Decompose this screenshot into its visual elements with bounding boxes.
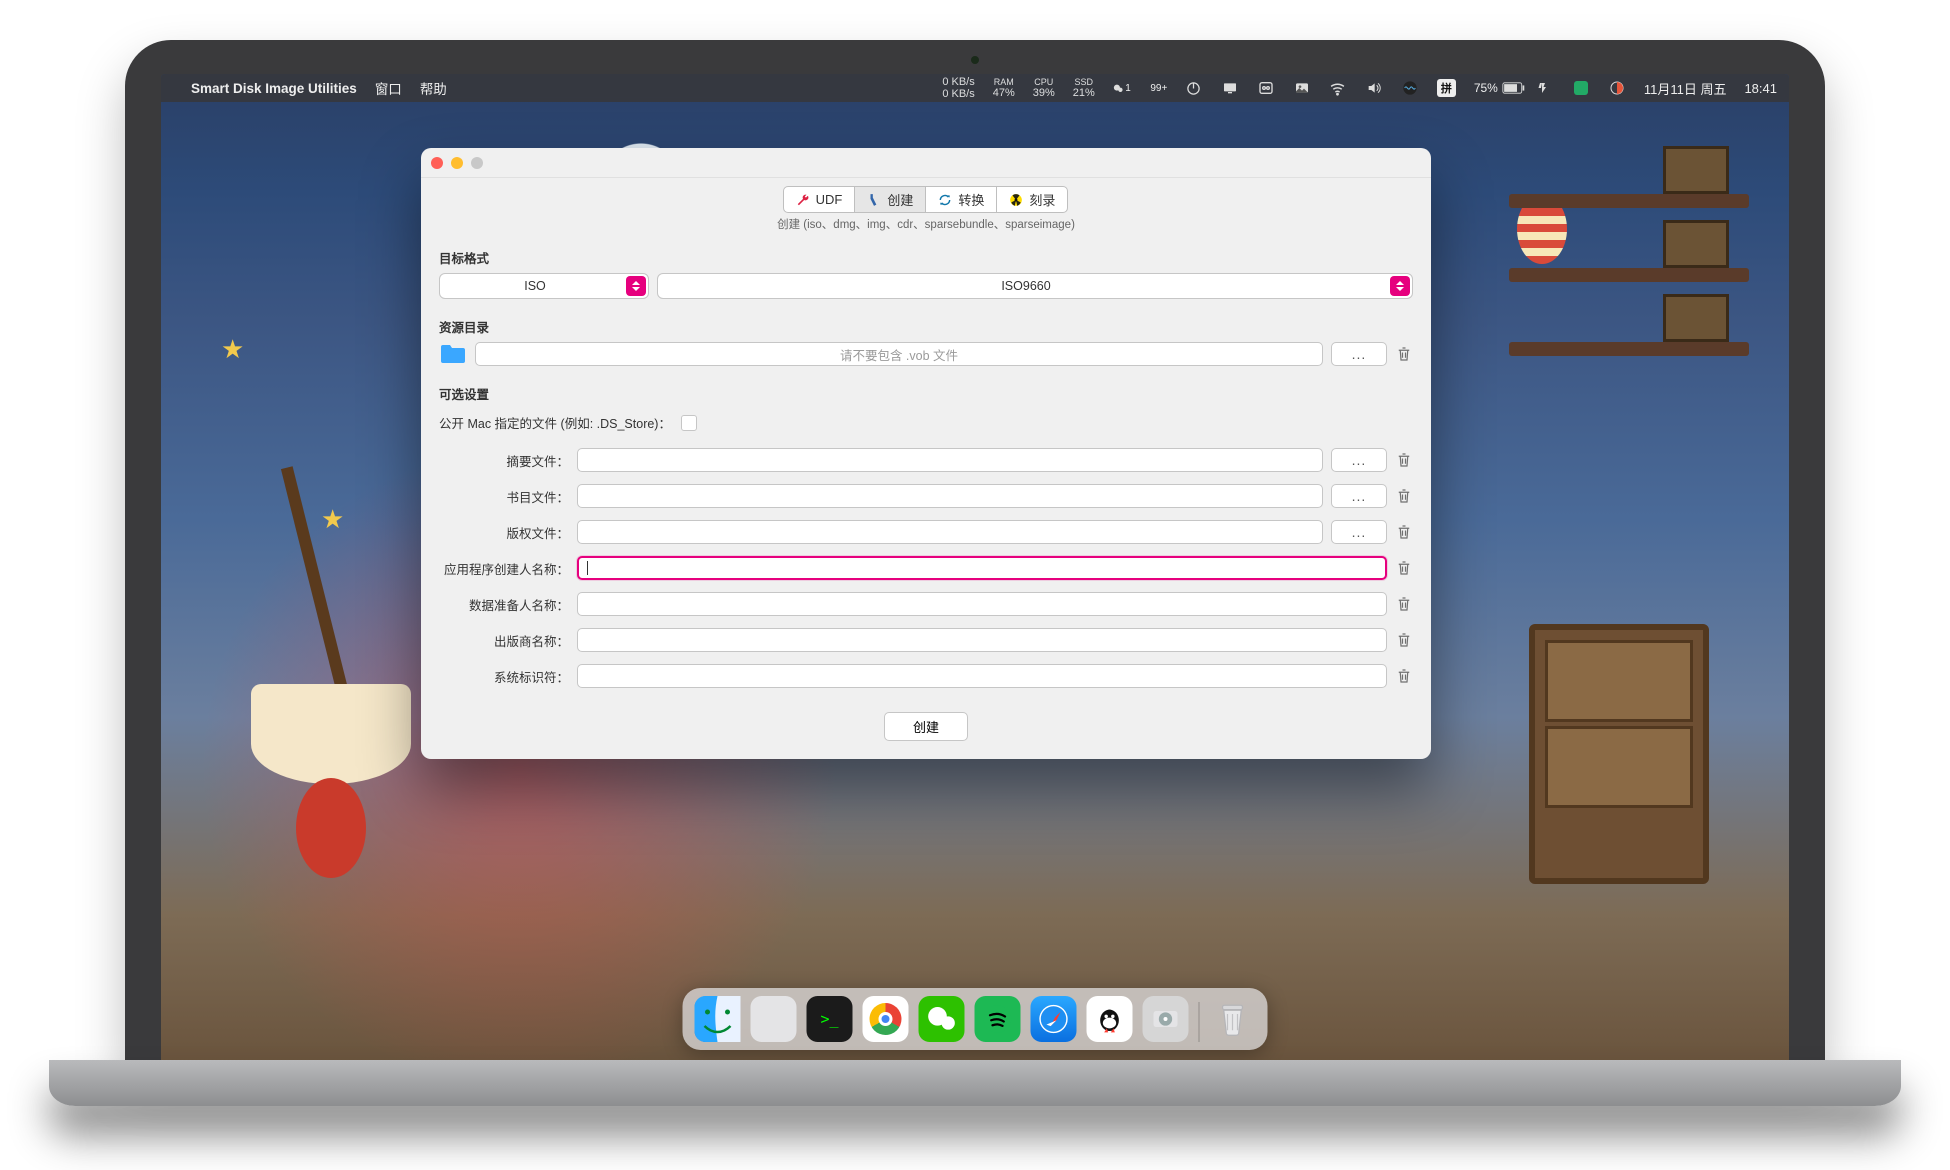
status-dot-1[interactable]	[1572, 79, 1590, 97]
ime-indicator[interactable]: 拼	[1437, 79, 1456, 97]
trash-icon[interactable]	[1395, 631, 1413, 649]
source-browse-button[interactable]: ...	[1331, 342, 1387, 366]
copyright-input[interactable]	[577, 520, 1323, 544]
copyright-browse-button[interactable]: ...	[1331, 520, 1387, 544]
wifi-icon[interactable]	[1329, 79, 1347, 97]
sysid-label: 系统标识符：	[439, 667, 569, 686]
copyright-label: 版权文件：	[439, 523, 569, 542]
mac-files-label: 公开 Mac 指定的文件 (例如: .DS_Store)：	[439, 413, 671, 432]
biblio-input[interactable]	[577, 484, 1323, 508]
dock-trash[interactable]	[1210, 996, 1256, 1042]
dock-disk-utility[interactable]	[1143, 996, 1189, 1042]
publisher-label: 出版商名称：	[439, 631, 569, 650]
section-format-label: 目标格式	[439, 240, 1413, 273]
tab-burn[interactable]: 刻录	[996, 186, 1068, 213]
trash-icon[interactable]	[1395, 595, 1413, 613]
dock-finder[interactable]	[695, 996, 741, 1042]
minimize-button[interactable]	[451, 157, 463, 169]
dock-separator	[1199, 1002, 1200, 1042]
battery-indicator[interactable]: 75%	[1474, 81, 1554, 95]
titlebar[interactable]	[421, 148, 1431, 178]
wallpaper-cabinet	[1529, 624, 1709, 884]
laptop-frame: Smart Disk Image Utilities 窗口 帮助 0 KB/s0…	[125, 40, 1825, 1064]
photo-icon[interactable]	[1293, 79, 1311, 97]
dock-launchpad[interactable]	[751, 996, 797, 1042]
trash-icon[interactable]	[1395, 667, 1413, 685]
power-icon[interactable]	[1185, 79, 1203, 97]
camera-dot	[971, 56, 979, 64]
ssd-stat[interactable]: SSD21%	[1073, 78, 1095, 99]
control-icon[interactable]	[1257, 79, 1275, 97]
app-menu[interactable]: Smart Disk Image Utilities	[191, 81, 357, 96]
publisher-input[interactable]	[577, 628, 1387, 652]
filesystem-select[interactable]: ISO9660	[657, 273, 1413, 299]
menu-date[interactable]: 11月11日 周五	[1644, 79, 1727, 98]
net-stat[interactable]: 0 KB/s0 KB/s	[942, 77, 974, 100]
mac-files-checkbox[interactable]	[681, 415, 697, 431]
section-options-label: 可选设置	[439, 376, 1413, 409]
app-window: UDF 创建 转换 刻录 创建 (iso、dmg、img、cd	[421, 148, 1431, 759]
data-preparer-label: 数据准备人名称：	[439, 595, 569, 614]
app-creator-label: 应用程序创建人名称：	[439, 559, 569, 578]
laptop-base	[49, 1060, 1901, 1106]
tab-udf[interactable]: UDF	[783, 186, 856, 213]
zoom-button[interactable]	[471, 157, 483, 169]
tab-create[interactable]: 创建	[854, 186, 926, 213]
close-button[interactable]	[431, 157, 443, 169]
stepper-icon	[1390, 276, 1410, 296]
menu-time[interactable]: 18:41	[1744, 81, 1777, 96]
bell-status-icon[interactable]: 99+	[1149, 79, 1167, 97]
tool-icon	[867, 193, 881, 207]
abstract-input[interactable]	[577, 448, 1323, 472]
radiation-icon	[1009, 193, 1023, 207]
dock-spotify[interactable]	[975, 996, 1021, 1042]
data-preparer-input[interactable]	[577, 592, 1387, 616]
menu-window[interactable]: 窗口	[375, 78, 402, 98]
wallpaper-shelves	[1509, 194, 1749, 356]
trash-icon[interactable]	[1395, 559, 1413, 577]
dock-qq[interactable]	[1087, 996, 1133, 1042]
dock: >_	[683, 988, 1268, 1050]
trash-icon[interactable]	[1395, 487, 1413, 505]
biblio-browse-button[interactable]: ...	[1331, 484, 1387, 508]
dock-safari[interactable]	[1031, 996, 1077, 1042]
create-button[interactable]: 创建	[884, 712, 968, 741]
tab-convert[interactable]: 转换	[925, 186, 997, 213]
text-cursor	[587, 561, 588, 575]
display-icon[interactable]	[1221, 79, 1239, 97]
biblio-label: 书目文件：	[439, 487, 569, 506]
format-select[interactable]: ISO	[439, 273, 649, 299]
status-dot-2[interactable]	[1608, 79, 1626, 97]
siri-icon[interactable]	[1401, 79, 1419, 97]
screen-bezel: Smart Disk Image Utilities 窗口 帮助 0 KB/s0…	[125, 40, 1825, 1064]
ram-stat[interactable]: RAM47%	[993, 78, 1015, 99]
stepper-icon	[626, 276, 646, 296]
abstract-label: 摘要文件：	[439, 451, 569, 470]
dock-wechat[interactable]	[919, 996, 965, 1042]
menu-bar: Smart Disk Image Utilities 窗口 帮助 0 KB/s0…	[161, 74, 1789, 102]
trash-icon[interactable]	[1395, 523, 1413, 541]
wechat-status-icon[interactable]: 1	[1113, 79, 1131, 97]
trash-icon[interactable]	[1395, 451, 1413, 469]
dock-terminal[interactable]: >_	[807, 996, 853, 1042]
source-path-input[interactable]: 请不要包含 .vob 文件	[475, 342, 1323, 366]
tab-subtitle: 创建 (iso、dmg、img、cdr、sparsebundle、sparsei…	[421, 213, 1431, 240]
refresh-icon	[938, 193, 952, 207]
cpu-stat[interactable]: CPU39%	[1033, 78, 1055, 99]
sysid-input[interactable]	[577, 664, 1387, 688]
toolbar-tabs: UDF 创建 转换 刻录	[421, 178, 1431, 213]
folder-icon[interactable]	[439, 343, 467, 365]
wallpaper-lamp	[251, 684, 411, 884]
app-creator-input[interactable]	[577, 556, 1387, 580]
trash-icon[interactable]	[1395, 345, 1413, 363]
section-source-label: 资源目录	[439, 309, 1413, 342]
abstract-browse-button[interactable]: ...	[1331, 448, 1387, 472]
desktop: Smart Disk Image Utilities 窗口 帮助 0 KB/s0…	[161, 74, 1789, 1064]
wrench-icon	[796, 193, 810, 207]
dock-chrome[interactable]	[863, 996, 909, 1042]
menu-help[interactable]: 帮助	[420, 78, 447, 98]
volume-icon[interactable]	[1365, 79, 1383, 97]
